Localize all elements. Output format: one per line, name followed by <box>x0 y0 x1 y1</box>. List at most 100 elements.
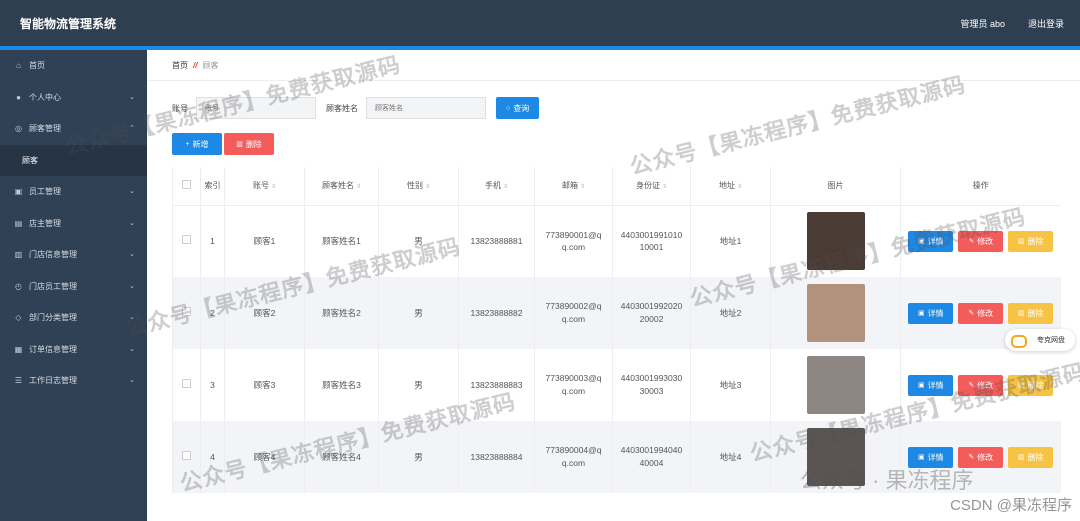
customer-name-input[interactable] <box>366 97 486 119</box>
order-icon: ▦ <box>14 344 23 354</box>
breadcrumb-home[interactable]: 首页 <box>172 60 188 71</box>
index-cell: 3 <box>200 349 225 421</box>
sidebar-item-personal-center[interactable]: ● 个人中心 ⌄ <box>0 82 147 114</box>
detail-button-label: 详情 <box>927 380 944 390</box>
sidebar-item-customer-management[interactable]: ◎ 顾客管理 ⌃ <box>0 113 147 145</box>
home-icon: ⌂ <box>16 61 21 71</box>
email-part: 773890002@q <box>545 301 602 312</box>
edit-button[interactable]: ✎ 修改 <box>958 446 1004 468</box>
header-address[interactable]: 地址 ⇕ <box>690 167 771 206</box>
sidebar-item-home[interactable]: ⌂ 首页 <box>0 50 147 82</box>
trash-icon: ▥ <box>1017 454 1025 461</box>
edit-button-label: 修改 <box>977 236 994 246</box>
edit-icon: ✎ <box>968 382 975 389</box>
detail-icon: ▣ <box>917 238 925 246</box>
photo-cell <box>770 277 901 349</box>
batch-delete-button[interactable]: ▥ 删除 <box>224 133 274 155</box>
table-header-row: 索引 账号 ⇕ 顾客姓名 ⇕ 性别 ⇕ 手机 ⇕ 邮箱 ⇕ 身份证 ⇕ 地址 ⇕ 图片 操作 <box>172 167 1061 206</box>
delete-button-label: 删除 <box>1027 380 1044 390</box>
sort-icon[interactable]: ⇕ <box>662 184 667 190</box>
row-checkbox[interactable] <box>182 234 191 244</box>
idcard-part: 40004 <box>639 458 664 468</box>
sidebar-item-store-info[interactable]: ▥ 门店信息管理 ⌄ <box>0 239 147 271</box>
divider <box>147 80 1080 81</box>
sidebar-item-store-staff[interactable]: ◴ 门店员工管理 ⌄ <box>0 271 147 303</box>
email-part: q.com <box>561 242 586 253</box>
detail-button[interactable]: ▣ 详情 <box>908 446 954 468</box>
dept-icon: ◇ <box>15 313 22 323</box>
header-index[interactable]: 索引 <box>200 167 225 206</box>
sort-icon[interactable]: ⇕ <box>356 184 361 190</box>
sort-icon[interactable]: ⇕ <box>425 184 430 190</box>
chevron-down-icon: ⌄ <box>129 188 135 195</box>
select-all-checkbox[interactable] <box>182 180 191 190</box>
detail-button[interactable]: ▣ 详情 <box>908 230 954 252</box>
customer-photo <box>806 212 865 271</box>
header-idcard[interactable]: 身份证 ⇕ <box>612 167 691 206</box>
row-checkbox[interactable] <box>182 378 191 388</box>
row-select-cell[interactable] <box>172 349 201 421</box>
email-part: 773890001@q <box>545 229 602 240</box>
edit-button[interactable]: ✎ 修改 <box>958 302 1004 324</box>
sidebar-subitem-customer[interactable]: 顾客 <box>0 144 147 176</box>
logout-link[interactable]: 退出登录 <box>1028 17 1064 30</box>
sort-icon[interactable]: ⇕ <box>580 184 585 190</box>
detail-icon: ▣ <box>917 454 925 461</box>
trash-icon: ▥ <box>236 141 243 148</box>
sidebar-item-owner[interactable]: ▤ 店主管理 ⌄ <box>0 208 147 240</box>
account-input[interactable] <box>196 97 316 119</box>
detail-button-label: 详情 <box>927 452 944 462</box>
header-gender[interactable]: 性别 ⇕ <box>378 167 459 206</box>
cloud-drive-widget[interactable]: 夸克网盘 <box>1005 329 1075 351</box>
chevron-down-icon: ⌄ <box>129 251 135 258</box>
row-select-cell[interactable] <box>172 277 201 349</box>
header-phone[interactable]: 手机 ⇕ <box>458 167 535 206</box>
edit-button[interactable]: ✎ 修改 <box>958 374 1004 396</box>
row-checkbox[interactable] <box>182 306 191 316</box>
sort-icon[interactable]: ⇕ <box>271 184 276 190</box>
row-select-cell[interactable] <box>172 421 201 493</box>
header-account[interactable]: 账号 ⇕ <box>224 167 305 206</box>
sidebar-item-staff[interactable]: ▣ 员工管理 ⌄ <box>0 176 147 208</box>
header-email[interactable]: 邮箱 ⇕ <box>534 167 613 206</box>
idcard-part: 4403001991010 <box>620 229 683 240</box>
ops-cell: ▣ 详情 ✎ 修改 ▥ 删除 <box>900 349 1061 421</box>
delete-button[interactable]: ▥ 删除 <box>1008 446 1054 468</box>
sidebar-item-label: 个人中心 <box>29 92 61 102</box>
name-cell: 顾客姓名2 <box>304 277 379 349</box>
delete-button[interactable]: ▥ 删除 <box>1008 230 1054 252</box>
account-label: 账号 <box>172 103 188 113</box>
email-part: q.com <box>561 386 586 396</box>
add-button[interactable]: + 新增 <box>172 133 222 155</box>
sidebar-item-worklog[interactable]: ☰ 工作日志管理 ⌄ <box>0 365 147 397</box>
sidebar-item-label: 门店员工管理 <box>29 281 77 291</box>
email-part: 773890004@q <box>545 445 602 456</box>
query-button[interactable]: ○ 查询 <box>496 97 540 119</box>
sort-icon[interactable]: ⇕ <box>503 184 508 190</box>
delete-button[interactable]: ▥ 删除 <box>1008 302 1054 324</box>
header-gender-label: 性别 <box>406 181 423 191</box>
trash-icon: ▥ <box>1017 238 1025 246</box>
gender-cell: 男 <box>378 349 459 421</box>
name-cell: 顾客姓名3 <box>304 349 379 421</box>
sort-icon[interactable]: ⇕ <box>737 184 742 190</box>
action-bar: + 新增 ▥ 删除 <box>172 133 274 155</box>
row-checkbox[interactable] <box>182 450 191 460</box>
header-name[interactable]: 顾客姓名 ⇕ <box>304 167 379 206</box>
chevron-down-icon: ⌄ <box>129 345 135 353</box>
detail-button[interactable]: ▣ 详情 <box>908 302 954 324</box>
staff-icon: ▣ <box>14 187 23 197</box>
header-email-label: 邮箱 <box>561 181 578 191</box>
email-part: q.com <box>561 458 586 468</box>
sidebar-item-order[interactable]: ▦ 订单信息管理 ⌄ <box>0 334 147 366</box>
edit-button[interactable]: ✎ 修改 <box>958 230 1004 252</box>
sidebar-item-department[interactable]: ◇ 部门分类管理 ⌄ <box>0 302 147 334</box>
select-all-cell[interactable] <box>172 167 201 206</box>
delete-button[interactable]: ▥ 删除 <box>1008 374 1054 396</box>
phone-cell: 13823888882 <box>458 277 535 349</box>
chevron-up-icon: ⌃ <box>129 125 135 132</box>
detail-button[interactable]: ▣ 详情 <box>908 374 954 396</box>
detail-button-label: 详情 <box>927 308 944 318</box>
email-cell: 773890003@q q.com <box>534 349 613 421</box>
row-select-cell[interactable] <box>172 205 201 277</box>
